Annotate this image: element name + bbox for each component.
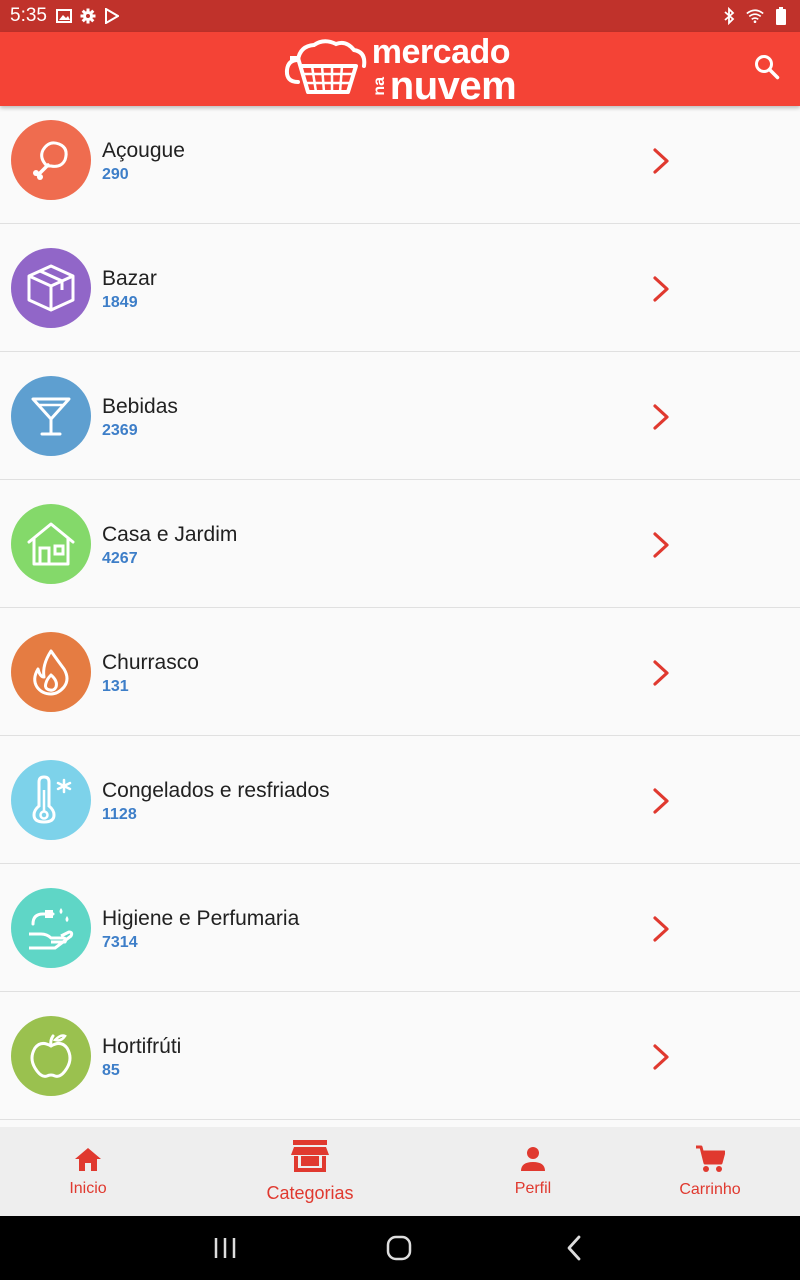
category-count: 1128 (102, 806, 137, 823)
system-navigation-bar (0, 1216, 800, 1280)
bluetooth-icon (720, 7, 738, 25)
nav-label: Inicio (69, 1179, 107, 1197)
category-row-hortifruti[interactable]: Hortifrúti 85 (0, 992, 800, 1120)
chevron-right-icon (648, 914, 674, 944)
category-row-congelados[interactable]: Congelados e resfriados 1128 (0, 736, 800, 864)
category-count: 7314 (102, 934, 138, 951)
play-store-icon (103, 7, 121, 25)
thermometer-icon (11, 760, 91, 840)
hand-wash-icon (11, 888, 91, 968)
wifi-icon (746, 7, 764, 25)
chevron-right-icon (648, 402, 674, 432)
logo: mercado na nuvem (284, 35, 517, 108)
battery-icon (772, 7, 790, 25)
search-icon (754, 54, 780, 85)
search-button[interactable] (752, 54, 782, 84)
home-circle-icon[interactable] (386, 1234, 412, 1262)
cocktail-glass-icon (11, 376, 91, 456)
category-count: 290 (102, 166, 129, 183)
nav-perfil[interactable]: Perfil (493, 1127, 573, 1216)
category-row-bazar[interactable]: Bazar 1849 (0, 224, 800, 352)
chevron-right-icon (648, 530, 674, 560)
app-bar: mercado na nuvem (0, 32, 800, 106)
logo-nuvem: nuvem (389, 64, 517, 108)
image-icon (55, 7, 73, 25)
category-label: Higiene e Perfumaria (102, 907, 300, 930)
apple-icon (11, 1016, 91, 1096)
chevron-right-icon (648, 274, 674, 304)
chevron-right-icon (648, 146, 674, 176)
category-label: Bazar (102, 267, 157, 290)
chevron-right-icon (648, 786, 674, 816)
cloud-cart-icon (284, 36, 368, 103)
nav-categorias[interactable]: Categorias (250, 1127, 370, 1216)
chevron-right-icon (648, 1042, 674, 1072)
category-row-casa-e-jardim[interactable]: Casa e Jardim 4267 (0, 480, 800, 608)
nav-inicio[interactable]: Inicio (48, 1127, 128, 1216)
category-count: 131 (102, 678, 129, 695)
nav-carrinho[interactable]: Carrinho (665, 1127, 755, 1216)
recents-icon[interactable] (212, 1234, 238, 1262)
category-label: Casa e Jardim (102, 523, 238, 546)
category-row-acougue[interactable]: Açougue 290 (0, 96, 800, 224)
category-label: Açougue (102, 139, 185, 162)
logo-na: na (370, 76, 388, 96)
home-icon (74, 1146, 102, 1177)
category-label: Churrasco (102, 651, 199, 674)
category-row-bebidas[interactable]: Bebidas 2369 (0, 352, 800, 480)
category-label: Congelados e resfriados (102, 779, 330, 802)
status-bar: 5:35 (0, 0, 800, 32)
category-count: 2369 (102, 422, 138, 439)
nav-label: Carrinho (679, 1180, 741, 1198)
settings-icon (79, 7, 97, 25)
cart-icon (695, 1145, 726, 1178)
flame-icon (11, 632, 91, 712)
store-icon (291, 1139, 329, 1178)
box-icon (11, 248, 91, 328)
back-icon[interactable] (564, 1234, 584, 1262)
category-count: 1849 (102, 294, 138, 311)
category-list: Açougue 290 Bazar 1849 Bebidas 2369 Casa… (0, 96, 800, 1127)
category-row-churrasco[interactable]: Churrasco 131 (0, 608, 800, 736)
category-row-higiene[interactable]: Higiene e Perfumaria 7314 (0, 864, 800, 992)
drumstick-icon (11, 120, 91, 200)
house-icon (11, 504, 91, 584)
category-count: 4267 (102, 550, 138, 567)
category-label: Hortifrúti (102, 1035, 182, 1058)
category-label: Bebidas (102, 395, 178, 418)
category-count: 85 (102, 1062, 120, 1079)
person-icon (520, 1146, 546, 1177)
chevron-right-icon (648, 658, 674, 688)
status-time: 5:35 (10, 5, 47, 26)
bottom-navigation: Inicio Categorias Perfil Carrinho (0, 1127, 800, 1216)
nav-label: Perfil (514, 1179, 552, 1197)
nav-label: Categorias (266, 1183, 354, 1203)
